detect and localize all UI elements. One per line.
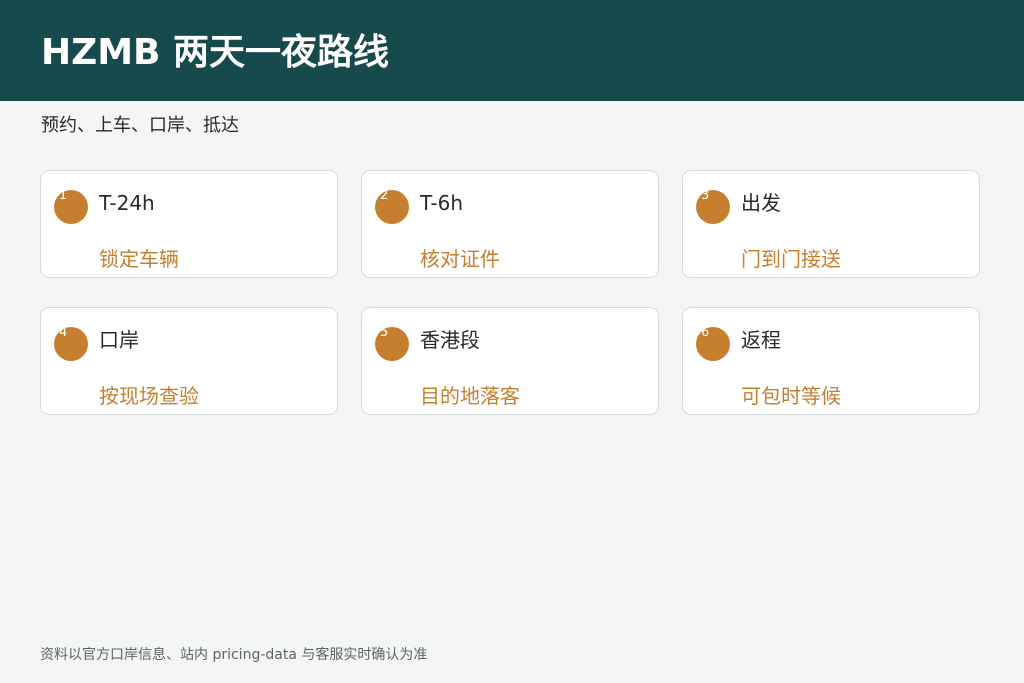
step-number: 4 bbox=[59, 325, 68, 340]
step-number: 3 bbox=[701, 188, 710, 203]
step-card: 5 香港段 目的地落客 bbox=[361, 307, 659, 415]
step-card: 1 T-24h 锁定车辆 bbox=[40, 170, 338, 278]
step-card: 6 返程 可包时等候 bbox=[682, 307, 980, 415]
page-title: HZMB 两天一夜路线 bbox=[41, 32, 390, 73]
header-bar: HZMB 两天一夜路线 bbox=[0, 0, 1024, 101]
step-time: T-24h bbox=[99, 191, 155, 215]
step-action: 锁定车辆 bbox=[99, 247, 179, 271]
step-number-badge: 5 bbox=[375, 325, 409, 361]
step-card: 4 口岸 按现场查验 bbox=[40, 307, 338, 415]
step-number-badge: 2 bbox=[375, 188, 409, 224]
step-action: 核对证件 bbox=[420, 247, 500, 271]
step-number-badge: 4 bbox=[54, 325, 88, 361]
step-number: 1 bbox=[59, 188, 68, 203]
footnote: 资料以官方口岸信息、站内 pricing-data 与客服实时确认为准 bbox=[40, 647, 428, 663]
step-action: 按现场查验 bbox=[99, 384, 199, 408]
step-number: 2 bbox=[380, 188, 389, 203]
step-time: T-6h bbox=[420, 191, 463, 215]
step-number-badge: 1 bbox=[54, 188, 88, 224]
step-time: 香港段 bbox=[420, 328, 480, 352]
step-time: 口岸 bbox=[99, 328, 139, 352]
step-action: 门到门接送 bbox=[741, 247, 841, 271]
step-action: 目的地落客 bbox=[420, 384, 520, 408]
step-number: 6 bbox=[701, 325, 710, 340]
step-card: 2 T-6h 核对证件 bbox=[361, 170, 659, 278]
step-action: 可包时等候 bbox=[741, 384, 841, 408]
step-time: 出发 bbox=[741, 191, 781, 215]
step-card: 3 出发 门到门接送 bbox=[682, 170, 980, 278]
step-number-badge: 6 bbox=[696, 325, 730, 361]
page-subtitle: 预约、上车、口岸、抵达 bbox=[41, 115, 239, 136]
step-time: 返程 bbox=[741, 328, 781, 352]
step-number: 5 bbox=[380, 325, 389, 340]
step-number-badge: 3 bbox=[696, 188, 730, 224]
